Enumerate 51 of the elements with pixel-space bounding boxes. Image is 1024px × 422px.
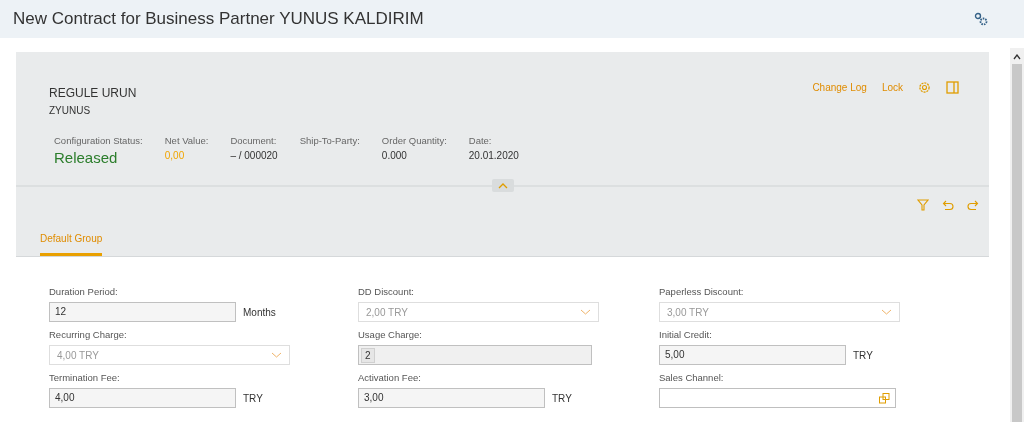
unit-label: TRY	[552, 392, 572, 404]
field-label: Duration Period:	[49, 286, 119, 297]
unit-label: Months	[243, 306, 276, 318]
field-label: DD Discount:	[358, 286, 415, 297]
attribute-label: Date:	[468, 135, 493, 146]
collapse-button[interactable]	[491, 179, 514, 192]
filter-icon[interactable]	[917, 199, 929, 211]
input-field[interactable]: 3,00	[358, 388, 545, 408]
input-field[interactable]	[659, 388, 896, 408]
token[interactable]: 2	[361, 347, 375, 363]
field-label: Usage Charge:	[358, 329, 423, 340]
tab[interactable]: Default Group	[40, 233, 103, 256]
token-field[interactable]: 2	[358, 345, 592, 365]
attribute-label: Document:	[230, 135, 278, 146]
window-title: New Contract for Business Partner YUNUS KALDIRIM	[13, 9, 424, 29]
unit-label: TRY	[853, 349, 873, 361]
undo-icon[interactable]	[942, 199, 954, 211]
chevron-icon	[271, 352, 282, 358]
attribute-value: – / 000020	[230, 150, 278, 161]
status-text: Released	[54, 149, 119, 166]
gears-icon[interactable]	[974, 12, 988, 26]
object-title: REGULE URUN	[49, 86, 137, 100]
field-label: Paperless Discount:	[659, 286, 745, 297]
chevron-icon	[580, 309, 591, 315]
redo-icon[interactable]	[967, 199, 979, 211]
side-panel-icon[interactable]	[946, 80, 959, 94]
attribute-label: Configuration Status:	[54, 135, 143, 146]
attribute-label: Order Quantity:	[381, 135, 447, 146]
attribute-link[interactable]: 0,00	[164, 150, 209, 161]
unit-label: TRY	[243, 392, 263, 404]
attribute-value: 0.000	[381, 150, 408, 161]
attribute-label: Net Value:	[164, 135, 209, 146]
caret-icon	[497, 182, 508, 189]
input-field[interactable]: 4,00	[49, 388, 236, 408]
header-action-link[interactable]: Lock	[881, 81, 903, 93]
header-action-link[interactable]: Change Log	[812, 81, 867, 93]
scroll-up-icon[interactable]	[1013, 54, 1021, 60]
input-field[interactable]: 5,00	[659, 345, 846, 365]
input-field[interactable]: 12	[49, 302, 236, 322]
field-label: Activation Fee:	[358, 372, 422, 383]
attribute-label: Ship-To-Party:	[299, 135, 360, 146]
attribute-value: 20.01.2020	[468, 150, 519, 161]
scrollbar-thumb[interactable]	[1012, 64, 1022, 422]
settings-icon[interactable]	[918, 80, 931, 94]
field-label: Termination Fee:	[49, 372, 121, 383]
object-subtitle: ZYUNUS	[49, 105, 92, 116]
chevron-icon	[881, 309, 892, 315]
value-help-icon[interactable]	[879, 393, 890, 404]
field-label: Initial Credit:	[659, 329, 713, 340]
field-label: Recurring Charge:	[49, 329, 128, 340]
field-label: Sales Channel:	[659, 372, 725, 383]
